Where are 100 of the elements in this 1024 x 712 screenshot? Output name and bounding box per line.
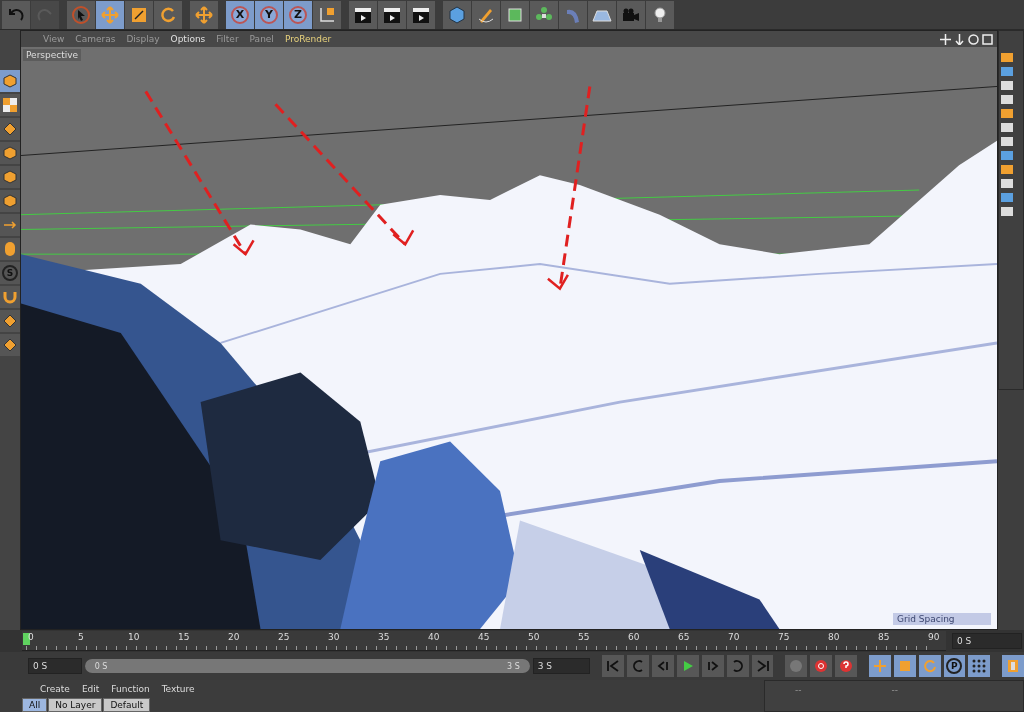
tool-button[interactable] bbox=[0, 286, 20, 308]
frame-number: 40 bbox=[428, 632, 440, 642]
frame-number: 10 bbox=[128, 632, 140, 642]
tool-button[interactable] bbox=[0, 70, 20, 92]
move-icon bbox=[100, 4, 120, 25]
layer-tab[interactable]: Default bbox=[103, 698, 151, 712]
frame-number: 80 bbox=[828, 632, 840, 642]
frame-number: 20 bbox=[228, 632, 240, 642]
rotate-icon bbox=[922, 659, 937, 673]
toolbar-button[interactable]: Y bbox=[255, 0, 283, 29]
frame-number: 70 bbox=[728, 632, 740, 642]
axis-lock-label: Y bbox=[260, 5, 278, 24]
mesh-icon bbox=[3, 122, 17, 136]
cube-icon bbox=[3, 170, 17, 184]
attribute-label: -- bbox=[795, 685, 802, 697]
playback-button[interactable] bbox=[810, 655, 833, 677]
frame-number: 25 bbox=[278, 632, 290, 642]
cube-icon bbox=[3, 146, 17, 160]
range-start-label: 0 S bbox=[94, 661, 108, 671]
playback-button[interactable] bbox=[918, 655, 941, 677]
question-icon bbox=[839, 659, 854, 673]
tool-button[interactable] bbox=[0, 166, 20, 188]
skip-end-icon bbox=[755, 659, 770, 673]
skip-start-icon bbox=[606, 659, 621, 673]
playback-button[interactable] bbox=[968, 655, 991, 677]
toolbar-button[interactable] bbox=[588, 0, 616, 29]
cursor-icon bbox=[71, 4, 91, 25]
arrow-icon bbox=[3, 220, 17, 230]
grid-spacing-label: Grid Spacing bbox=[893, 613, 991, 625]
toolbar-button[interactable]: X bbox=[226, 0, 254, 29]
disabled-circle-icon bbox=[789, 659, 804, 673]
layer-tab[interactable]: All bbox=[22, 698, 48, 712]
toolbar-button[interactable] bbox=[407, 0, 435, 29]
playback-button[interactable] bbox=[893, 655, 916, 677]
tool-button[interactable] bbox=[0, 334, 20, 356]
frame-number: 90 bbox=[928, 632, 940, 642]
step-forward-icon bbox=[705, 659, 720, 673]
camera-label: Perspective bbox=[23, 49, 82, 61]
frame-number: 45 bbox=[478, 632, 490, 642]
cube-icon bbox=[3, 194, 17, 208]
pan-icon[interactable] bbox=[940, 33, 951, 45]
frame-number: 55 bbox=[578, 632, 590, 642]
tool-button[interactable] bbox=[0, 94, 20, 116]
step-back-icon bbox=[656, 659, 671, 673]
magnet-icon bbox=[3, 290, 17, 304]
toolbar-button[interactable] bbox=[378, 0, 406, 29]
playback-button[interactable] bbox=[677, 655, 699, 677]
start-frame-field[interactable]: 0 S bbox=[28, 658, 82, 674]
frame-number: 5 bbox=[78, 632, 84, 642]
record-icon bbox=[814, 659, 829, 673]
playback-button[interactable] bbox=[835, 655, 857, 677]
film-strip-icon bbox=[1006, 659, 1021, 673]
maximize-icon[interactable] bbox=[982, 33, 993, 45]
frame-number: 0 bbox=[28, 632, 34, 642]
scale-icon bbox=[897, 659, 912, 673]
toolbar-button[interactable]: Z bbox=[284, 0, 312, 29]
tool-button[interactable] bbox=[0, 190, 20, 212]
menu-item[interactable]: Edit bbox=[81, 684, 100, 694]
end-frame-field[interactable]: 3 S bbox=[532, 658, 591, 674]
frame-number: 50 bbox=[528, 632, 540, 642]
frame-number: 65 bbox=[678, 632, 690, 642]
zoom-arrow-icon[interactable] bbox=[954, 33, 965, 45]
cube-icon bbox=[3, 74, 17, 88]
menu-item[interactable]: Function bbox=[111, 684, 150, 694]
menu-item[interactable]: Options bbox=[170, 34, 206, 44]
toolbar-button[interactable] bbox=[646, 0, 674, 29]
axis-lock-label: X bbox=[231, 5, 249, 24]
mesh-icon bbox=[3, 314, 17, 328]
frame-number: 35 bbox=[378, 632, 390, 642]
mouse-icon bbox=[4, 241, 16, 257]
playback-button[interactable] bbox=[868, 655, 891, 677]
frame-number: 60 bbox=[628, 632, 640, 642]
toolbar-button[interactable] bbox=[349, 0, 377, 29]
checker-cube-icon bbox=[3, 98, 17, 112]
mesh-icon bbox=[3, 338, 17, 352]
tool-button[interactable] bbox=[0, 142, 20, 164]
tool-button[interactable] bbox=[0, 214, 20, 236]
frame-number: 85 bbox=[878, 632, 890, 642]
layer-tab[interactable]: No Layer bbox=[48, 698, 103, 712]
tool-button[interactable] bbox=[0, 310, 20, 332]
menu-item[interactable]: ProRender bbox=[284, 34, 332, 44]
move-icon bbox=[194, 4, 214, 25]
current-frame-field[interactable]: 0 S bbox=[952, 633, 1022, 649]
cube-icon bbox=[447, 4, 467, 25]
timeline-ruler[interactable]: 0 5 10 15 20 25 30 35 40 45 50 55 60 65 70 75 80 85 90 bbox=[22, 631, 946, 651]
menu-item[interactable]: Texture bbox=[161, 684, 195, 694]
frame-number: 30 bbox=[328, 632, 340, 642]
frame-number: 15 bbox=[178, 632, 190, 642]
frame-number: 75 bbox=[778, 632, 790, 642]
range-end-label: 3 S bbox=[507, 661, 520, 671]
toolbar-button[interactable] bbox=[313, 0, 341, 29]
viewport[interactable]: Perspective Grid Spacing bbox=[21, 47, 997, 629]
orbit-icon[interactable] bbox=[968, 33, 979, 45]
move-icon bbox=[872, 659, 887, 673]
axis-lock-label: Z bbox=[289, 5, 307, 24]
tool-button[interactable] bbox=[0, 118, 20, 140]
toolbar-button[interactable] bbox=[501, 0, 529, 29]
attribute-label: -- bbox=[891, 685, 898, 697]
tool-button[interactable] bbox=[0, 238, 20, 260]
menu-item[interactable]: Create bbox=[40, 684, 70, 694]
